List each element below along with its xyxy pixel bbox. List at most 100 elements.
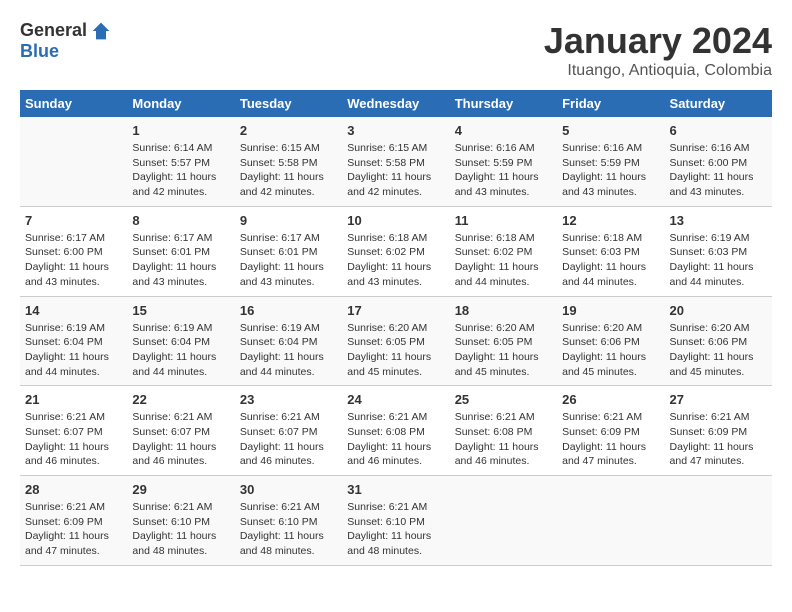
cell-w4-d4: 24 Sunrise: 6:21 AMSunset: 6:08 PMDayligh… — [342, 386, 449, 476]
header: General Blue January 2024 Ituango, Antio… — [20, 20, 772, 80]
day-number: 12 — [562, 213, 659, 228]
header-thursday: Thursday — [450, 90, 557, 117]
header-saturday: Saturday — [665, 90, 772, 117]
cell-w1-d4: 3 Sunrise: 6:15 AMSunset: 5:58 PMDaylight… — [342, 117, 449, 206]
day-number: 24 — [347, 392, 444, 407]
day-number: 29 — [132, 482, 229, 497]
logo-blue-text: Blue — [20, 41, 59, 62]
day-info: Sunrise: 6:19 AMSunset: 6:04 PMDaylight:… — [240, 321, 337, 380]
day-number: 6 — [670, 123, 767, 138]
week-row-1: 1 Sunrise: 6:14 AMSunset: 5:57 PMDaylight… — [20, 117, 772, 206]
cell-w4-d7: 27 Sunrise: 6:21 AMSunset: 6:09 PMDayligh… — [665, 386, 772, 476]
main-title: January 2024 — [544, 20, 772, 62]
day-info: Sunrise: 6:17 AMSunset: 6:01 PMDaylight:… — [132, 231, 229, 290]
day-info: Sunrise: 6:21 AMSunset: 6:08 PMDaylight:… — [455, 410, 552, 469]
cell-w5-d1: 28 Sunrise: 6:21 AMSunset: 6:09 PMDayligh… — [20, 476, 127, 566]
day-number: 25 — [455, 392, 552, 407]
subtitle: Ituango, Antioquia, Colombia — [544, 62, 772, 80]
header-wednesday: Wednesday — [342, 90, 449, 117]
day-info: Sunrise: 6:18 AMSunset: 6:02 PMDaylight:… — [347, 231, 444, 290]
cell-w3-d4: 17 Sunrise: 6:20 AMSunset: 6:05 PMDayligh… — [342, 296, 449, 386]
day-number: 19 — [562, 303, 659, 318]
day-number: 14 — [25, 303, 122, 318]
day-info: Sunrise: 6:21 AMSunset: 6:07 PMDaylight:… — [25, 410, 122, 469]
header-tuesday: Tuesday — [235, 90, 342, 117]
day-info: Sunrise: 6:19 AMSunset: 6:04 PMDaylight:… — [25, 321, 122, 380]
day-info: Sunrise: 6:20 AMSunset: 6:05 PMDaylight:… — [455, 321, 552, 380]
header-sunday: Sunday — [20, 90, 127, 117]
day-number: 21 — [25, 392, 122, 407]
day-info: Sunrise: 6:18 AMSunset: 6:03 PMDaylight:… — [562, 231, 659, 290]
cell-w5-d3: 30Sunrise: 6:21 AMSunset: 6:10 PMDayligh… — [235, 476, 342, 566]
day-number: 1 — [132, 123, 229, 138]
cell-w3-d7: 20Sunrise: 6:20 AMSunset: 6:06 PMDayligh… — [665, 296, 772, 386]
day-info: Sunrise: 6:20 AMSunset: 6:05 PMDaylight:… — [347, 321, 444, 380]
cell-w4-d6: 26 Sunrise: 6:21 AMSunset: 6:09 PMDayligh… — [557, 386, 664, 476]
cell-w2-d1: 7 Sunrise: 6:17 AMSunset: 6:00 PMDaylight… — [20, 206, 127, 296]
day-number: 17 — [347, 303, 444, 318]
cell-w1-d6: 5Sunrise: 6:16 AMSunset: 5:59 PMDaylight… — [557, 117, 664, 206]
day-number: 20 — [670, 303, 767, 318]
cell-w4-d5: 25 Sunrise: 6:21 AMSunset: 6:08 PMDayligh… — [450, 386, 557, 476]
day-info: Sunrise: 6:21 AMSunset: 6:09 PMDaylight:… — [670, 410, 767, 469]
day-info: Sunrise: 6:21 AMSunset: 6:08 PMDaylight:… — [347, 410, 444, 469]
cell-w3-d5: 18 Sunrise: 6:20 AMSunset: 6:05 PMDayligh… — [450, 296, 557, 386]
cell-w5-d4: 31Sunrise: 6:21 AMSunset: 6:10 PMDayligh… — [342, 476, 449, 566]
day-info: Sunrise: 6:16 AMSunset: 5:59 PMDaylight:… — [562, 141, 659, 200]
logo-icon — [91, 21, 111, 41]
day-number: 28 — [25, 482, 122, 497]
header-monday: Monday — [127, 90, 234, 117]
week-row-3: 14 Sunrise: 6:19 AMSunset: 6:04 PMDayligh… — [20, 296, 772, 386]
day-info: Sunrise: 6:21 AMSunset: 6:10 PMDaylight:… — [132, 500, 229, 559]
week-row-2: 7 Sunrise: 6:17 AMSunset: 6:00 PMDaylight… — [20, 206, 772, 296]
day-number: 3 — [347, 123, 444, 138]
day-info: Sunrise: 6:14 AMSunset: 5:57 PMDaylight:… — [132, 141, 229, 200]
day-info: Sunrise: 6:15 AMSunset: 5:58 PMDaylight:… — [347, 141, 444, 200]
calendar-header: SundayMondayTuesdayWednesdayThursdayFrid… — [20, 90, 772, 117]
week-row-5: 28 Sunrise: 6:21 AMSunset: 6:09 PMDayligh… — [20, 476, 772, 566]
cell-w1-d2: 1 Sunrise: 6:14 AMSunset: 5:57 PMDaylight… — [127, 117, 234, 206]
cell-w5-d2: 29 Sunrise: 6:21 AMSunset: 6:10 PMDayligh… — [127, 476, 234, 566]
cell-w1-d3: 2 Sunrise: 6:15 AMSunset: 5:58 PMDaylight… — [235, 117, 342, 206]
calendar-body: 1 Sunrise: 6:14 AMSunset: 5:57 PMDaylight… — [20, 117, 772, 565]
day-info: Sunrise: 6:16 AMSunset: 5:59 PMDaylight:… — [455, 141, 552, 200]
day-info: Sunrise: 6:19 AMSunset: 6:04 PMDaylight:… — [132, 321, 229, 380]
cell-w1-d5: 4 Sunrise: 6:16 AMSunset: 5:59 PMDaylight… — [450, 117, 557, 206]
day-number: 26 — [562, 392, 659, 407]
logo: General Blue — [20, 20, 111, 62]
day-number: 18 — [455, 303, 552, 318]
cell-w5-d6 — [557, 476, 664, 566]
day-info: Sunrise: 6:19 AMSunset: 6:03 PMDaylight:… — [670, 231, 767, 290]
cell-w3-d6: 19 Sunrise: 6:20 AMSunset: 6:06 PMDayligh… — [557, 296, 664, 386]
day-info: Sunrise: 6:15 AMSunset: 5:58 PMDaylight:… — [240, 141, 337, 200]
day-info: Sunrise: 6:21 AMSunset: 6:09 PMDaylight:… — [25, 500, 122, 559]
day-number: 10 — [347, 213, 444, 228]
day-info: Sunrise: 6:17 AMSunset: 6:00 PMDaylight:… — [25, 231, 122, 290]
day-number: 2 — [240, 123, 337, 138]
cell-w4-d3: 23Sunrise: 6:21 AMSunset: 6:07 PMDayligh… — [235, 386, 342, 476]
cell-w2-d4: 10 Sunrise: 6:18 AMSunset: 6:02 PMDayligh… — [342, 206, 449, 296]
cell-w2-d3: 9Sunrise: 6:17 AMSunset: 6:01 PMDaylight… — [235, 206, 342, 296]
cell-w2-d6: 12 Sunrise: 6:18 AMSunset: 6:03 PMDayligh… — [557, 206, 664, 296]
day-number: 11 — [455, 213, 552, 228]
day-info: Sunrise: 6:20 AMSunset: 6:06 PMDaylight:… — [562, 321, 659, 380]
cell-w4-d1: 21 Sunrise: 6:21 AMSunset: 6:07 PMDayligh… — [20, 386, 127, 476]
day-info: Sunrise: 6:16 AMSunset: 6:00 PMDaylight:… — [670, 141, 767, 200]
day-number: 8 — [132, 213, 229, 228]
cell-w1-d1 — [20, 117, 127, 206]
day-number: 31 — [347, 482, 444, 497]
day-number: 27 — [670, 392, 767, 407]
week-row-4: 21 Sunrise: 6:21 AMSunset: 6:07 PMDayligh… — [20, 386, 772, 476]
cell-w2-d5: 11Sunrise: 6:18 AMSunset: 6:02 PMDayligh… — [450, 206, 557, 296]
cell-w1-d7: 6 Sunrise: 6:16 AMSunset: 6:00 PMDaylight… — [665, 117, 772, 206]
cell-w3-d1: 14 Sunrise: 6:19 AMSunset: 6:04 PMDayligh… — [20, 296, 127, 386]
day-number: 7 — [25, 213, 122, 228]
day-info: Sunrise: 6:21 AMSunset: 6:09 PMDaylight:… — [562, 410, 659, 469]
day-number: 23 — [240, 392, 337, 407]
cell-w3-d2: 15Sunrise: 6:19 AMSunset: 6:04 PMDayligh… — [127, 296, 234, 386]
title-area: January 2024 Ituango, Antioquia, Colombi… — [544, 20, 772, 80]
day-number: 9 — [240, 213, 337, 228]
day-info: Sunrise: 6:21 AMSunset: 6:07 PMDaylight:… — [132, 410, 229, 469]
calendar-table: SundayMondayTuesdayWednesdayThursdayFrid… — [20, 90, 772, 566]
day-number: 4 — [455, 123, 552, 138]
